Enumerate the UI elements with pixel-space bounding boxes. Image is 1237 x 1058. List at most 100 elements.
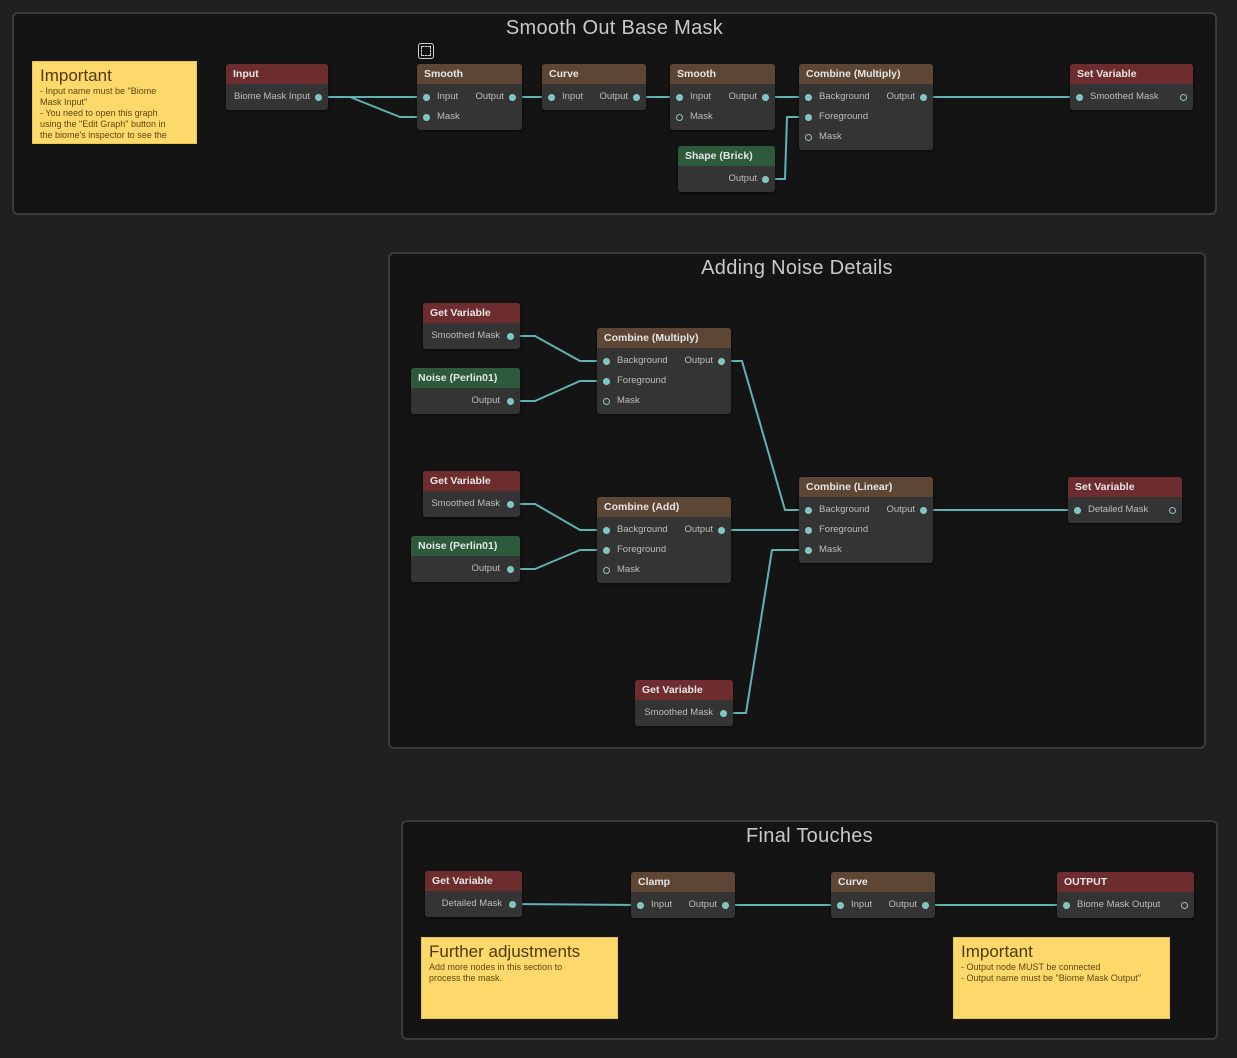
node-title: Get Variable <box>423 471 520 491</box>
port-label: Foreground <box>819 524 869 535</box>
node-noise-perlin01[interactable]: Noise (Perlin01) Output <box>411 536 520 582</box>
sticky-note-further-adjustments[interactable]: Further adjustments Add more nodes in th… <box>421 937 618 1019</box>
node-get-variable[interactable]: Get Variable Detailed Mask <box>425 871 522 917</box>
input-port-dot[interactable] <box>1063 902 1070 909</box>
port-label: Output <box>886 91 915 102</box>
node-get-variable[interactable]: Get Variable Smoothed Mask <box>423 303 520 349</box>
node-curve[interactable]: Curve Input Output <box>542 64 646 110</box>
output-port-dot[interactable] <box>920 94 927 101</box>
output-port-dot[interactable] <box>718 358 725 365</box>
node-smooth[interactable]: Smooth Input Output Mask <box>670 64 775 130</box>
node-combine-linear[interactable]: Combine (Linear) Background Output Foreg… <box>799 477 933 563</box>
input-port-dot[interactable] <box>423 94 430 101</box>
port-label: Output <box>886 504 915 515</box>
node-input[interactable]: Input Biome Mask Input <box>226 64 328 110</box>
output-port-dot[interactable] <box>633 94 640 101</box>
foreground-port-dot[interactable] <box>603 378 610 385</box>
port-label: Detailed Mask <box>441 898 502 909</box>
node-combine-add[interactable]: Combine (Add) Background Output Foregrou… <box>597 497 731 583</box>
output-port-dot[interactable] <box>762 176 769 183</box>
output-port-dot[interactable] <box>507 333 514 340</box>
sticky-note-important-output[interactable]: Important - Output node MUST be connecte… <box>953 937 1170 1019</box>
mask-port-dot[interactable] <box>805 547 812 554</box>
background-port-dot[interactable] <box>805 94 812 101</box>
output-port-dot[interactable] <box>509 94 516 101</box>
output-port-dot[interactable] <box>1181 902 1188 909</box>
output-port-dot[interactable] <box>1169 507 1176 514</box>
mask-port-dot[interactable] <box>423 114 430 121</box>
port-label: Biome Mask Output <box>1077 899 1161 910</box>
node-get-variable[interactable]: Get Variable Smoothed Mask <box>635 680 733 726</box>
node-noise-perlin01[interactable]: Noise (Perlin01) Output <box>411 368 520 414</box>
node-combine-multiply[interactable]: Combine (Multiply) Background Output For… <box>597 328 731 414</box>
input-port-dot[interactable] <box>1076 94 1083 101</box>
mask-port-dot[interactable] <box>603 398 610 405</box>
port-label: Mask <box>617 395 640 406</box>
node-output[interactable]: OUTPUT Biome Mask Output <box>1057 872 1194 918</box>
node-set-variable[interactable]: Set Variable Smoothed Mask <box>1070 64 1193 110</box>
port-label: Background <box>617 524 668 535</box>
node-curve[interactable]: Curve Input Output <box>831 872 935 918</box>
input-port-dot[interactable] <box>837 902 844 909</box>
node-combine-multiply[interactable]: Combine (Multiply) Background Output For… <box>799 64 933 150</box>
node-title: OUTPUT <box>1057 872 1194 892</box>
port-label: Input <box>851 899 873 910</box>
node-title: Noise (Perlin01) <box>411 368 520 388</box>
port-label: Background <box>819 504 870 515</box>
output-port-dot[interactable] <box>762 94 769 101</box>
output-port-dot[interactable] <box>922 902 929 909</box>
port-label: Mask <box>819 544 842 555</box>
port-label: Output <box>728 173 757 184</box>
group-title: Adding Noise Details <box>701 257 893 279</box>
port-label: Smoothed Mask <box>431 330 500 341</box>
foreground-port-dot[interactable] <box>805 527 812 534</box>
port-label: Foreground <box>819 111 869 122</box>
background-port-dot[interactable] <box>603 527 610 534</box>
input-port-dot[interactable] <box>548 94 555 101</box>
node-title: Set Variable <box>1068 477 1182 497</box>
node-shape-brick[interactable]: Shape (Brick) Output <box>678 146 775 192</box>
port-label: Smoothed Mask <box>1090 91 1159 102</box>
input-port-dot[interactable] <box>676 94 683 101</box>
note-title: Important <box>961 942 1033 961</box>
node-get-variable[interactable]: Get Variable Smoothed Mask <box>423 471 520 517</box>
port-label: Mask <box>437 111 460 122</box>
output-port-dot[interactable] <box>720 710 727 717</box>
output-port-dot[interactable] <box>722 902 729 909</box>
output-port-dot[interactable] <box>315 94 322 101</box>
port-label: Input <box>651 899 673 910</box>
node-clamp[interactable]: Clamp Input Output <box>631 872 735 918</box>
output-port-dot[interactable] <box>718 527 725 534</box>
port-label: Input <box>437 91 459 102</box>
frame-selection-icon[interactable] <box>418 43 434 59</box>
port-label: Output <box>471 563 500 574</box>
port-label: Background <box>617 355 668 366</box>
output-port-dot[interactable] <box>507 566 514 573</box>
node-title: Smooth <box>670 64 775 84</box>
node-title: Noise (Perlin01) <box>411 536 520 556</box>
port-label: Smoothed Mask <box>431 498 500 509</box>
port-label: Foreground <box>617 544 667 555</box>
output-port-dot[interactable] <box>507 398 514 405</box>
mask-port-dot[interactable] <box>603 567 610 574</box>
output-port-dot[interactable] <box>507 501 514 508</box>
output-port-dot[interactable] <box>920 507 927 514</box>
mask-port-dot[interactable] <box>805 134 812 141</box>
background-port-dot[interactable] <box>805 507 812 514</box>
node-set-variable[interactable]: Set Variable Detailed Mask <box>1068 477 1182 523</box>
input-port-dot[interactable] <box>637 902 644 909</box>
background-port-dot[interactable] <box>603 358 610 365</box>
node-title: Set Variable <box>1070 64 1193 84</box>
sticky-note-important[interactable]: Important - Input name must be "Biome Ma… <box>32 61 197 144</box>
input-port-dot[interactable] <box>1074 507 1081 514</box>
mask-port-dot[interactable] <box>676 114 683 121</box>
note-body: Add more nodes in this section to proces… <box>429 962 563 983</box>
foreground-port-dot[interactable] <box>603 547 610 554</box>
node-smooth[interactable]: Smooth Input Output Mask <box>417 64 522 130</box>
port-label: Input <box>690 91 712 102</box>
output-port-dot[interactable] <box>1180 94 1187 101</box>
port-label: Output <box>684 355 713 366</box>
foreground-port-dot[interactable] <box>805 114 812 121</box>
output-port-dot[interactable] <box>509 901 516 908</box>
port-label: Output <box>684 524 713 535</box>
